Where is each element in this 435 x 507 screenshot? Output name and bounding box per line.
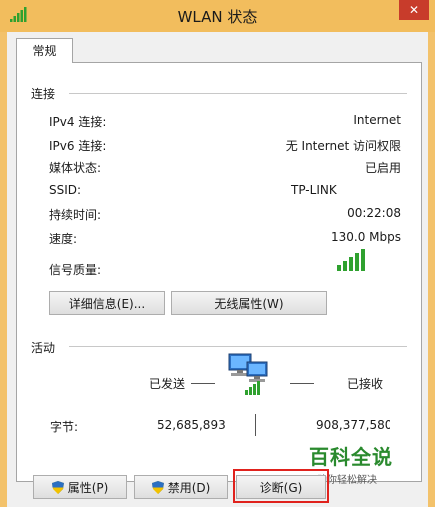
signal-strength-icon <box>337 249 365 271</box>
bytes-received-value: 908,377,580 <box>316 418 390 432</box>
window-title: WLAN 状态 <box>177 8 258 26</box>
activity-header: 活动 <box>31 341 56 355</box>
received-line <box>290 383 314 384</box>
details-button[interactable]: 详细信息(E)... <box>49 291 165 315</box>
uac-shield-icon <box>51 480 64 494</box>
duration-value: 00:22:08 <box>347 206 401 220</box>
ipv4-label: IPv4 连接: <box>49 115 107 129</box>
highlight-annotation <box>233 469 329 503</box>
ipv4-value: Internet <box>353 113 401 127</box>
window-client: 常规 连接 IPv4 连接: Internet IPv6 连接: 无 Inter… <box>7 32 428 507</box>
connection-header: 连接 <box>31 87 56 101</box>
ipv6-value: 无 Internet 访问权限 <box>285 139 401 153</box>
disable-button-label: 禁用(D) <box>167 480 211 495</box>
ssid-label: SSID: <box>49 183 82 197</box>
speed-label: 速度: <box>49 232 78 246</box>
wireless-properties-button[interactable]: 无线属性(W) <box>171 291 327 315</box>
close-button[interactable]: ✕ <box>399 0 429 20</box>
uac-shield-icon <box>151 480 164 494</box>
disable-button[interactable]: 禁用(D) <box>134 475 228 499</box>
sent-label: 已发送 <box>149 377 186 391</box>
title-bar: WLAN 状态 ✕ <box>0 0 435 32</box>
duration-label: 持续时间: <box>49 208 102 222</box>
speed-value: 130.0 Mbps <box>330 230 401 244</box>
ssid-value: TP-LINK <box>291 183 337 197</box>
bytes-divider <box>255 414 256 436</box>
bytes-label: 字节: <box>50 420 79 434</box>
media-state-value: 已启用 <box>364 161 401 175</box>
signal-quality-label: 信号质量: <box>49 263 102 277</box>
media-state-label: 媒体状态: <box>49 161 102 175</box>
network-activity-icon <box>228 353 268 395</box>
connection-divider <box>69 93 407 94</box>
properties-button-label: 属性(P) <box>67 480 109 495</box>
sent-line <box>191 383 215 384</box>
received-label: 已接收 <box>347 377 384 391</box>
bytes-sent-value: 52,685,893 <box>157 418 226 432</box>
watermark-title: 百科全说 <box>309 445 393 469</box>
activity-divider <box>69 346 407 347</box>
ipv6-label: IPv6 连接: <box>49 139 107 153</box>
properties-button[interactable]: 属性(P) <box>33 475 127 499</box>
tab-general[interactable]: 常规 <box>16 38 73 63</box>
